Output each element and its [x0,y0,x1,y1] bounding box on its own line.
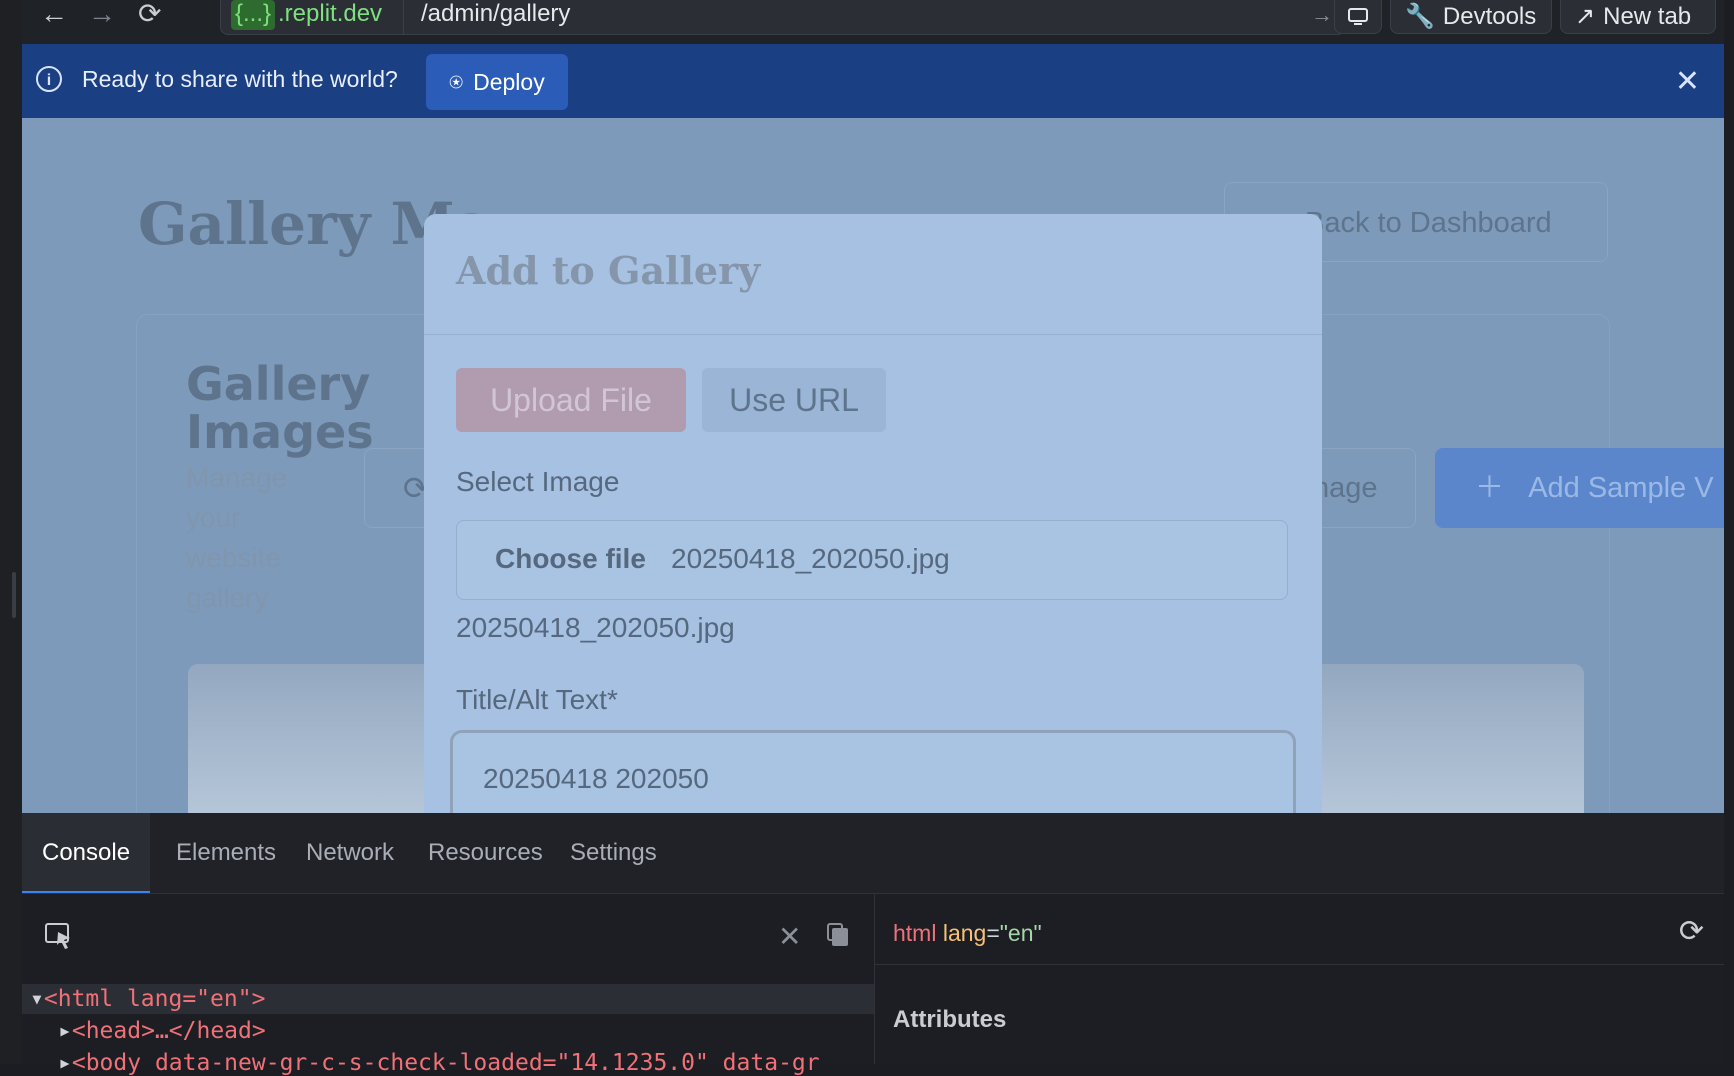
element-details-pane: html lang="en" ⟳ Attributes [875,894,1724,1064]
add-sample-label: Add Sample V [1528,472,1714,504]
url-path[interactable]: /admin/gallery [421,0,570,28]
expand-icon[interactable]: ▾ [30,986,44,1012]
tree-line-head-text: <head>…</head> [71,1018,266,1044]
devtools-tabs: Console Elements Network Resources Setti… [22,813,1724,894]
new-tab-button[interactable]: ↗ New tab [1560,0,1716,34]
collapse-icon[interactable]: ▸ [58,1018,72,1044]
choose-file-button[interactable]: Choose file [495,543,646,575]
new-tab-label: New tab [1603,2,1692,30]
select-image-label: Select Image [456,466,620,497]
clear-icon[interactable]: ✕ [778,920,801,953]
plus-icon: ＋ [1475,472,1505,504]
modal-title: Add to Gallery [456,248,761,293]
host-domain: .replit.dev [278,0,383,27]
selected-file-name: 20250418_202050.jpg [671,543,950,574]
breadcrumb-val: "en" [999,920,1042,946]
tab-console[interactable]: Console [22,813,151,893]
tab-use-url[interactable]: Use URL [702,368,886,432]
page-overlay[interactable]: Gallery Ma Back to Dashboard Gallery Ima… [22,118,1724,813]
browser-toolbar: ← → ⟳ {...} .replit.dev /admin/gallery →… [22,0,1724,44]
window-gutter [0,0,22,1064]
file-input[interactable]: Choose file 20250418_202050.jpg [456,520,1288,600]
tree-line-body[interactable]: ▸<body data-new-gr-c-s-check-loaded="14.… [58,1050,820,1076]
devtools-label: Devtools [1442,2,1537,30]
wrench-icon: 🔧 [1405,2,1435,30]
copy-icon[interactable] [826,922,850,953]
tree-line-body-text: <body data-new-gr-c-s-check-loaded="14.1… [71,1050,820,1076]
forward-arrow-icon[interactable]: → [88,0,116,28]
address-bar[interactable]: {...} .replit.dev /admin/gallery → [220,0,1346,35]
back-arrow-icon[interactable]: ← [40,0,68,28]
deploy-label: Deploy [473,68,545,95]
resize-handle[interactable] [12,572,16,618]
close-icon[interactable]: ✕ [1675,64,1700,99]
elements-tree-pane: ✕ ▾<html lang="en"> ▸<head>…</head> ▸<bo… [22,894,875,1076]
tab-network[interactable]: Network [286,813,414,893]
breadcrumb-attr: lang [942,920,987,946]
file-name-caption: 20250418_202050.jpg [456,612,735,643]
title-alt-label: Title/Alt Text* [456,684,618,715]
monitor-icon [1348,7,1368,25]
host-badge: {...} [231,0,276,30]
go-arrow-icon[interactable]: → [1311,2,1333,28]
gallery-thumbnail[interactable] [188,664,448,813]
add-sample-button[interactable]: ＋ Add Sample V [1435,448,1724,528]
address-divider [403,0,404,34]
tree-line-html[interactable]: ▾<html lang="en"> [30,986,265,1012]
info-icon: i [36,66,62,92]
element-breadcrumb: html lang="en" [893,920,1042,946]
reload-icon[interactable]: ⟳ [138,0,161,28]
inspect-element-icon[interactable] [44,922,74,955]
deploy-banner: i Ready to share with the world? ⍟ Deplo… [22,44,1724,118]
tab-elements[interactable]: Elements [156,813,296,893]
deploy-button[interactable]: ⍟ Deploy [426,54,568,110]
collapse-icon[interactable]: ▸ [58,1050,72,1076]
add-to-gallery-modal: Add to Gallery Upload File Use URL Selec… [424,214,1322,813]
external-link-icon: ↗ [1575,2,1596,30]
attributes-heading: Attributes [893,1006,1007,1033]
tab-upload-file[interactable]: Upload File [456,368,686,432]
screen-button[interactable] [1334,0,1382,34]
title-alt-input[interactable]: 20250418 202050 [450,730,1296,813]
devtools-panel: Console Elements Network Resources Setti… [22,813,1724,1076]
details-divider [875,964,1724,965]
modal-divider [424,334,1322,335]
devtools-button[interactable]: 🔧 Devtools [1390,0,1552,34]
section-subtitle: Manage your website gallery [186,462,288,613]
gallery-thumbnail[interactable] [1314,664,1584,813]
banner-text: Ready to share with the world? [82,66,398,92]
deploy-icon: ⍟ [449,68,464,95]
section-title: Gallery Images [186,357,374,459]
tab-settings[interactable]: Settings [550,813,677,893]
tree-line-html-text: <html lang="en"> [43,986,266,1012]
refresh-icon[interactable]: ⟳ [1679,914,1704,949]
title-alt-value: 20250418 202050 [483,763,709,794]
tab-resources[interactable]: Resources [408,813,563,893]
breadcrumb-tag: html [893,920,937,946]
tree-line-head[interactable]: ▸<head>…</head> [58,1018,266,1044]
